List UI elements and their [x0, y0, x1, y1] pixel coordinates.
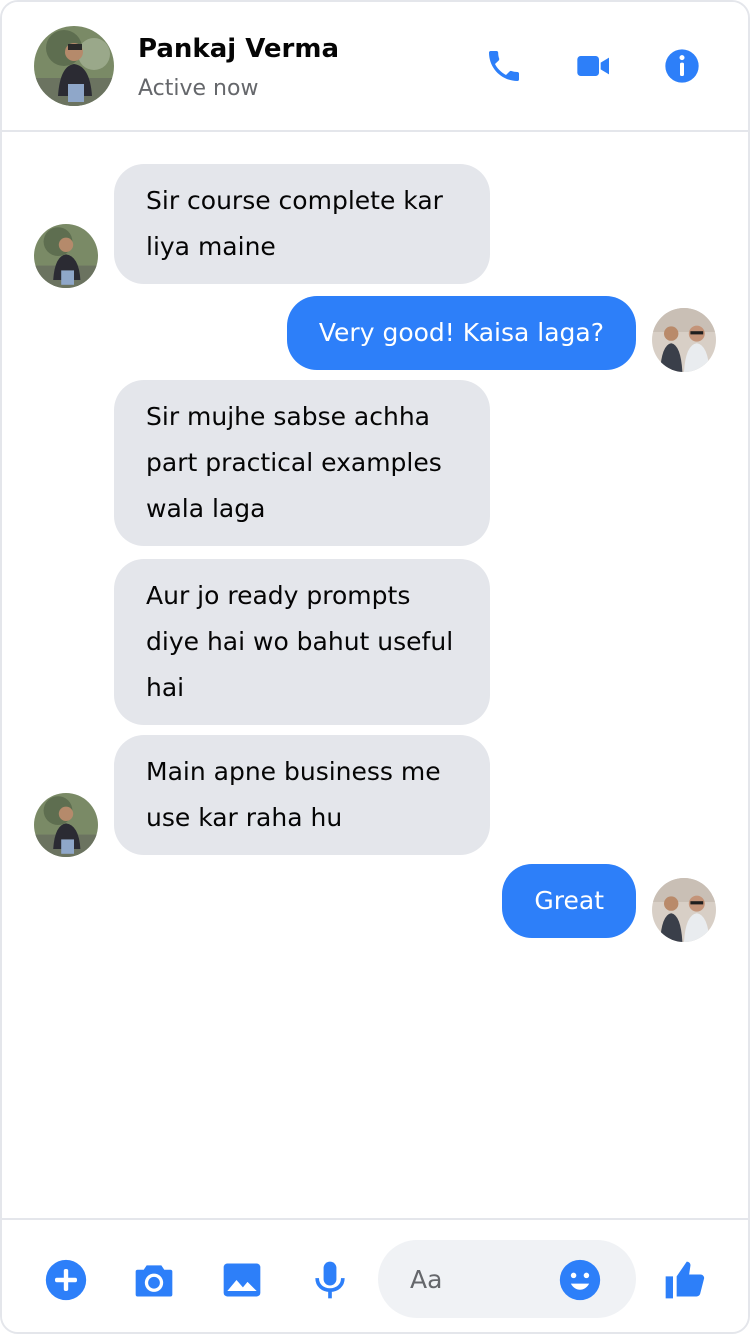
chat-window: Pankaj Verma Active now Sir course compl…: [0, 0, 750, 1334]
outgoing-message-bubble[interactable]: Great: [502, 864, 636, 938]
chat-header: Pankaj Verma Active now: [2, 2, 748, 132]
self-avatar-small[interactable]: [652, 308, 716, 372]
self-avatar-small[interactable]: [652, 878, 716, 942]
emoji-icon[interactable]: [558, 1258, 602, 1302]
contact-avatar-small[interactable]: [34, 224, 98, 288]
message-input-wrapper: [378, 1240, 636, 1318]
phone-icon[interactable]: [484, 46, 524, 86]
message-input[interactable]: [378, 1240, 558, 1318]
incoming-message-bubble[interactable]: Aur jo ready prompts diye hai wo bahut u…: [114, 559, 490, 725]
contact-name: Pankaj Verma: [138, 34, 340, 64]
active-status: Active now: [138, 76, 259, 101]
contact-avatar-small[interactable]: [34, 793, 98, 857]
incoming-message-bubble[interactable]: Sir course complete kar liya maine: [114, 164, 490, 284]
camera-icon[interactable]: [132, 1258, 176, 1302]
outgoing-message-bubble[interactable]: Very good! Kaisa laga?: [286, 296, 636, 370]
composer-bar: [2, 1218, 748, 1332]
incoming-message-bubble[interactable]: Sir mujhe sabse achha part practical exa…: [114, 380, 490, 546]
plus-icon[interactable]: [44, 1258, 88, 1302]
video-camera-icon[interactable]: [574, 46, 614, 86]
contact-avatar[interactable]: [34, 26, 114, 106]
microphone-icon[interactable]: [308, 1258, 352, 1302]
thumbs-up-icon[interactable]: [662, 1258, 706, 1302]
incoming-message-bubble[interactable]: Main apne business me use kar raha hu: [114, 735, 490, 855]
image-icon[interactable]: [220, 1258, 264, 1302]
info-icon[interactable]: [662, 46, 702, 86]
